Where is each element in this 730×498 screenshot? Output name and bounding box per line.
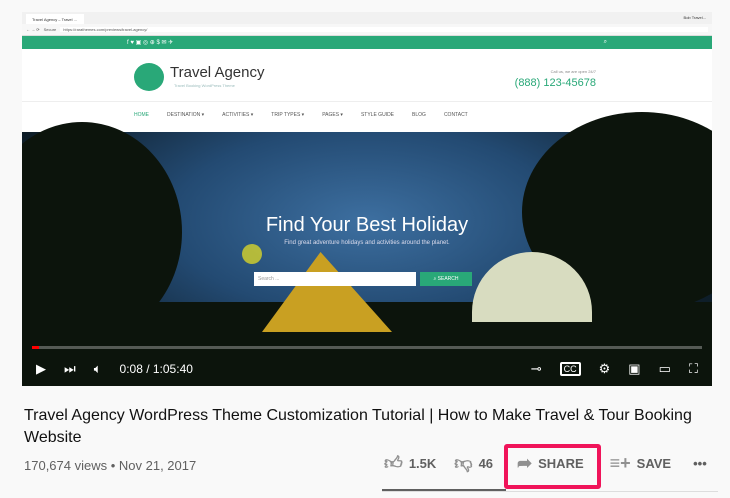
nav-item: DESTINATION ▾ [167,111,205,118]
video-player[interactable]: Travel Agency – Travel ... Bob Travel...… [22,12,712,386]
fullscreen-icon[interactable]: ⛶ [689,361,698,377]
browser-tabs: Travel Agency – Travel ... Bob Travel... [22,12,712,24]
dislike-button[interactable]: 👎︎ 46 [454,452,493,474]
tent [262,252,392,332]
site-header: Travel Agency Travel Booking WordPress T… [22,49,712,101]
nav-item: HOME [134,111,149,118]
playlist-add-icon: ≡+ [609,452,631,473]
search-icon: ⌕ [603,39,607,45]
settings-icon[interactable]: ⚙ [599,361,611,377]
next-icon[interactable]: ⏭ [64,361,76,377]
nav-item: PAGES ▾ [322,111,343,118]
more-icon: ••• [693,455,707,471]
like-count: 1.5K [408,455,437,471]
time-display: 0:08 / 1:05:40 [119,362,193,376]
top-bar: f ♥ ▣ ◎ ⊕ $ ✉ ✈ ⌕ [22,36,712,49]
autoplay-toggle[interactable]: ⊸ [531,361,542,377]
secure-label: Secure [43,27,57,32]
thumbs-up-icon: 👍︎ [384,453,403,473]
hero-subtitle: Find great adventure holidays and activi… [284,240,450,246]
video-title: Travel Agency WordPress Theme Customizat… [24,407,692,446]
dislike-count: 46 [478,455,494,471]
brand-name: Travel Agency [170,64,265,81]
url: https://rarathemes.com/previews/travel-a… [60,27,708,32]
nav-item: CONTACT [443,111,468,118]
save-label: SAVE [636,455,672,471]
phone: (888) 123-45678 [514,77,596,89]
nav-item: BLOG [412,111,426,118]
call-us: Call us, we are open 24/7 [550,69,596,74]
volume-icon[interactable]: 🔈︎ [94,361,102,377]
share-highlight-box [504,444,601,489]
play-icon[interactable]: ▶ [36,361,46,377]
captions-icon[interactable]: CC [559,362,581,376]
video-meta: 170,674 views • Nov 21, 2017 [24,458,197,473]
nav-item: STYLE GUIDE [360,111,395,118]
like-button[interactable]: 👍︎ 1.5K [384,452,436,474]
nav-arrows-icon: ← → ⟳ [26,27,40,32]
divider [382,491,718,492]
save-button[interactable]: ≡+ SAVE [610,453,671,474]
hero-title: Find Your Best Holiday [265,214,469,236]
tagline: Travel Booking WordPress Theme [174,83,235,88]
nav-item: ACTIVITIES ▾ [222,111,254,118]
theater-icon[interactable]: ▭ [659,361,671,377]
miniplayer-icon[interactable]: ▣ [628,361,640,377]
browser-tab: Travel Agency – Travel ... [26,14,84,24]
address-bar: ← → ⟳ Secure https://rarathemes.com/prev… [22,24,712,36]
thumbs-down-icon: 👎︎ [454,453,473,473]
more-button[interactable]: ••• [693,456,707,471]
hero-search-button: ⌕ SEARCH [420,272,472,286]
window-user: Bob Travel... [683,15,706,20]
social-icons: f ♥ ▣ ◎ ⊕ $ ✉ ✈ [127,40,174,46]
logo-icon [134,63,164,91]
cursor-highlight [242,244,262,264]
progress-fill [32,346,39,349]
progress-bar[interactable] [32,346,702,349]
player-controls: ▶ ⏭ 🔈︎ 0:08 / 1:05:40 ⊸ CC ⚙ ▣ ▭ ⛶ [22,354,712,384]
nav-item: TRIP TYPES ▾ [271,111,305,118]
hero-search-input: Search ... [254,272,416,286]
